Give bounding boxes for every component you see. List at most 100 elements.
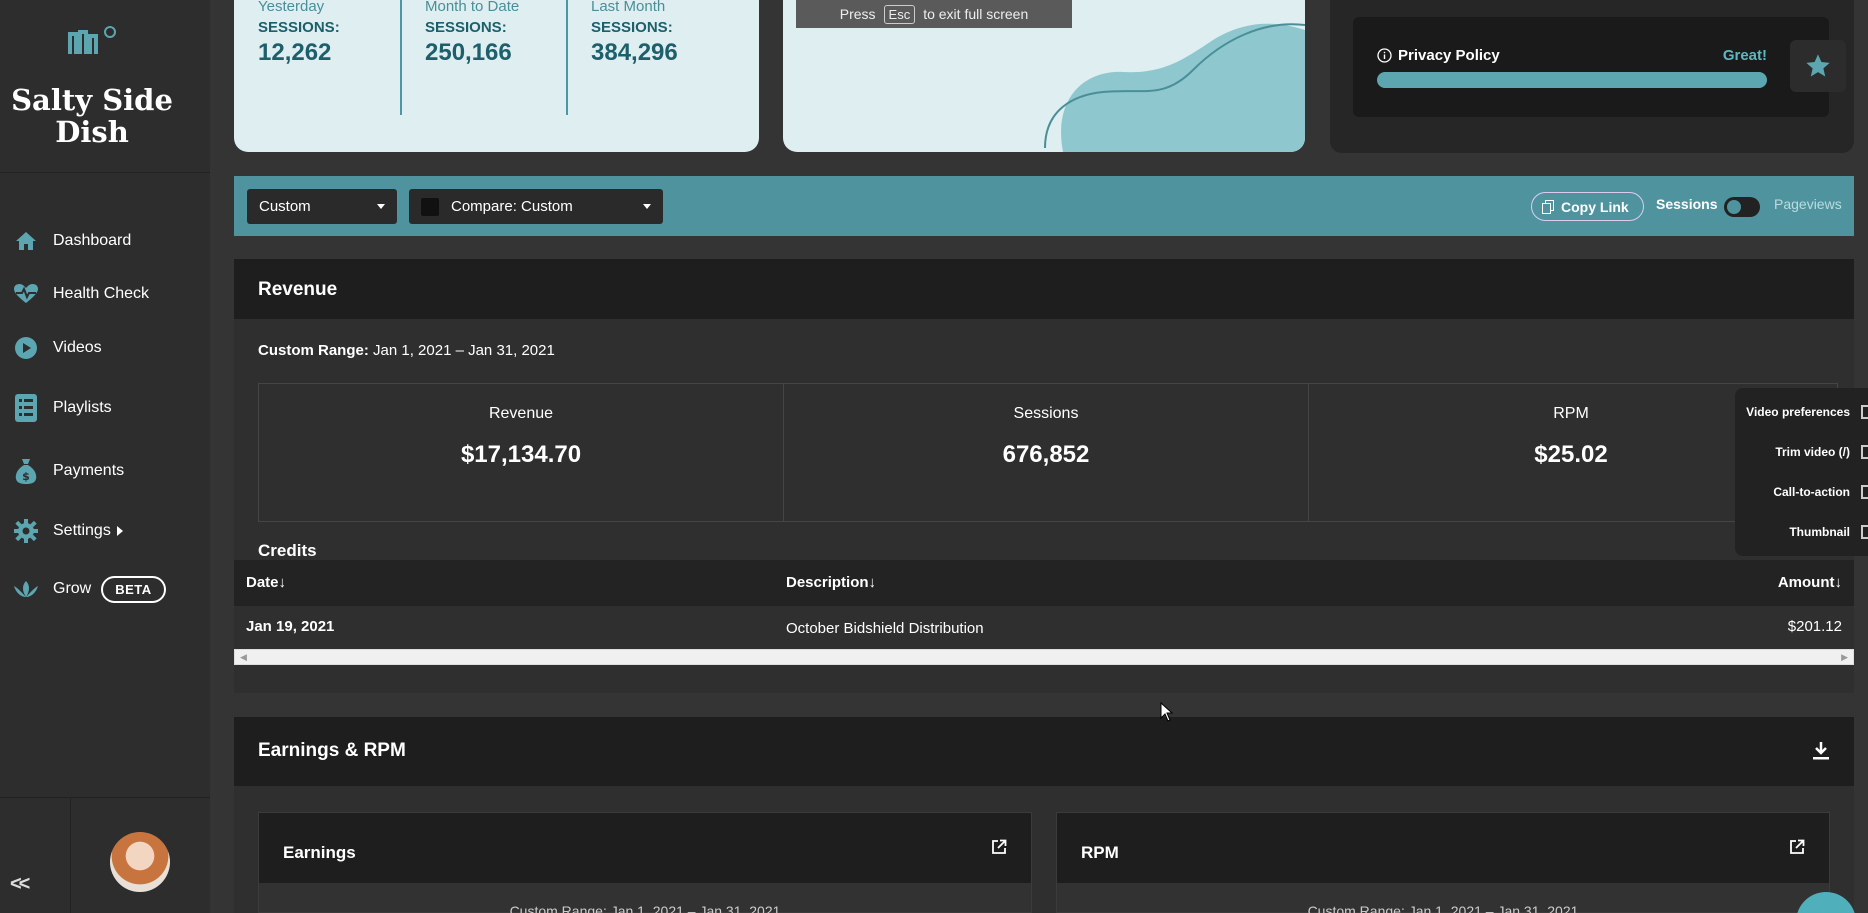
cell-description: October Bidshield Distribution [786,620,984,637]
date-range-value: Custom [259,198,311,215]
filter-bar: Custom Compare: Custom Copy Link Session… [234,176,1854,236]
date-range-select[interactable]: Custom [247,189,397,224]
cell-date: Jan 19, 2021 [246,618,335,635]
privacy-policy-card[interactable]: Privacy Policy Great! [1353,17,1829,117]
earnings-card-range: Custom Range: Jan 1, 2021 – Jan 31, 2021 [509,903,781,913]
list-icon [12,394,40,422]
thumbnail-item[interactable]: Thumbnail [1789,525,1850,539]
table-row: Jan 19, 2021 October Bidshield Distribut… [234,606,1854,649]
kpi-summary: Revenue $17,134.70 Sessions 676,852 RPM … [258,383,1838,522]
mouse-cursor-icon [1160,702,1174,722]
open-external-icon[interactable] [1789,839,1805,855]
fullscreen-suffix-text: to exit full screen [923,6,1029,22]
stat-value: 384,296 [591,39,678,66]
scroll-right-icon[interactable]: ▶ [1841,652,1848,663]
chevron-right-icon [116,526,123,536]
call-to-action-item[interactable]: Call-to-action [1773,485,1850,499]
sidebar-item-dashboard[interactable]: Dashboard [0,219,210,263]
stat-label: SESSIONS: [425,19,507,36]
stat-period: Last Month [591,0,666,15]
copy-icon [1542,199,1554,214]
copy-link-button[interactable]: Copy Link [1531,192,1644,221]
pageviews-toggle-label: Pageviews [1774,196,1842,212]
video-preferences-panel: Video preferences Trim video (/) Call-to… [1735,388,1868,556]
info-icon [1377,48,1392,63]
stat-last-month: Last Month SESSIONS: 384,296 [591,0,751,67]
fullscreen-press-text: Press [839,6,876,22]
sidebar-divider [70,798,71,913]
column-header-description[interactable]: Description↓ [786,574,876,591]
video-preferences-item[interactable]: Video preferences [1746,405,1850,419]
gear-icon [12,517,40,545]
range-value: Jan 1, 2021 – Jan 31, 2021 [373,342,555,359]
rpm-card-title: RPM [1057,813,1829,883]
stat-period: Month to Date [425,0,520,15]
stat-label: SESSIONS: [258,19,340,36]
home-icon [12,227,40,255]
heartbeat-icon [12,280,40,308]
privacy-title-text: Privacy Policy [1398,47,1500,64]
avatar[interactable] [110,832,170,892]
money-bag-icon: $ [12,457,40,485]
sliders-icon [1861,405,1868,419]
stat-divider [400,0,402,115]
sidebar-item-grow[interactable]: Grow BETA [0,567,210,611]
esc-key: Esc [883,4,916,24]
logo-icon [68,26,116,54]
compare-value: Compare: Custom [451,198,573,215]
credits-title: Credits [258,541,317,560]
play-icon [12,334,40,362]
stat-month-to-date: Month to Date SESSIONS: 250,166 [425,0,585,67]
open-external-icon[interactable] [991,839,1007,855]
brand-name: Salty Side Dish [11,83,173,149]
stat-label: SESSIONS: [591,19,673,36]
sidebar-item-label: Settings [53,522,111,539]
stat-value: 12,262 [258,39,332,66]
lotus-icon [12,575,40,603]
revenue-title: Revenue [234,259,1854,319]
compare-select[interactable]: Compare: Custom [409,189,663,224]
scissors-icon [1861,445,1868,459]
privacy-progress-bar [1377,72,1767,88]
sidebar-divider [0,797,210,798]
stat-divider [566,0,568,115]
revenue-section: Revenue Custom Range: Jan 1, 2021 – Jan … [234,259,1854,693]
download-icon[interactable] [1812,741,1830,761]
sidebar-item-payments[interactable]: $ Payments [0,449,210,493]
favorite-button[interactable] [1790,40,1846,92]
sidebar-item-health-check[interactable]: Health Check [0,272,210,316]
chevron-down-icon [643,204,651,209]
column-header-date[interactable]: Date↓ [246,574,286,591]
sidebar-item-label: Payments [53,462,125,479]
collapse-sidebar-button[interactable]: << [10,873,30,896]
horizontal-scrollbar[interactable]: ◀ ▶ [234,649,1854,665]
cell-amount: $201.12 [1787,618,1842,635]
sidebar-item-label: Videos [53,339,102,356]
scroll-left-icon[interactable]: ◀ [240,652,247,663]
trim-video-item[interactable]: Trim video (/) [1775,445,1850,459]
kpi-sessions: Sessions 676,852 [784,384,1308,521]
sidebar-item-label: Health Check [53,285,150,302]
range-label: Custom Range: [258,342,369,359]
sessions-pageviews-toggle[interactable] [1724,197,1760,217]
earnings-card: Earnings Custom Range: Jan 1, 2021 – Jan… [258,812,1032,913]
sidebar-item-label: Playlists [53,399,112,416]
kpi-value: $17,134.70 [460,441,582,468]
privacy-title: Privacy Policy [1377,47,1500,64]
column-header-amount[interactable]: Amount↓ [1778,574,1842,591]
toggle-knob [1727,200,1741,214]
sidebar-divider [0,172,210,173]
compare-color-swatch [421,197,439,216]
stat-period: Yesterday [258,0,325,15]
copy-link-label: Copy Link [1561,198,1629,215]
beta-badge: BETA [101,575,166,603]
rpm-card-range: Custom Range: Jan 1, 2021 – Jan 31, 2021 [1307,903,1579,913]
rpm-card: RPM Custom Range: Jan 1, 2021 – Jan 31, … [1056,812,1830,913]
revenue-range: Custom Range: Jan 1, 2021 – Jan 31, 2021 [258,342,555,359]
sidebar-item-playlists[interactable]: Playlists [0,386,210,430]
sidebar-item-videos[interactable]: Videos [0,326,210,370]
kpi-label: Sessions [1013,405,1079,422]
sidebar-item-settings[interactable]: Settings [0,509,210,553]
sidebar-item-label: Dashboard [53,232,132,249]
star-icon [1806,54,1830,77]
